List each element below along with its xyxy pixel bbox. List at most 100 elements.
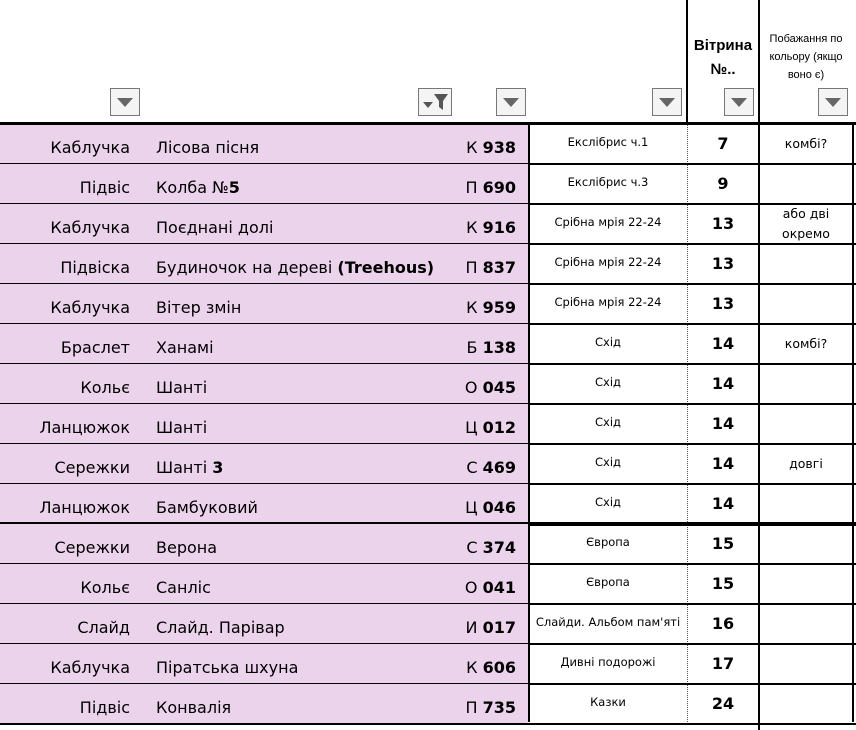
cell-vitryna[interactable]: 7 [688,134,758,153]
table-row[interactable]: Ланцюжок Бамбуковий Ц 046 Схід 14 [0,484,856,524]
cell-name[interactable]: Слайд. Парівар [156,618,285,637]
table-row[interactable]: Підвіс Конвалія П 735 Казки 24 [0,684,856,724]
cell-name[interactable]: Вітер змін [156,298,241,317]
cell-vitryna[interactable]: 13 [688,214,758,233]
cell-collection[interactable]: Екслібрис ч.3 [530,175,686,189]
cell-code[interactable]: П 690 [440,178,516,197]
cell-vitryna[interactable]: 14 [688,414,758,433]
cell-vitryna[interactable]: 17 [688,654,758,673]
cell-name[interactable]: Бамбуковий [156,498,258,517]
cell-collection[interactable]: Схід [530,455,686,469]
cell-collection[interactable]: Схід [530,495,686,509]
cell-type[interactable]: Кольє [0,378,130,397]
cell-type[interactable]: Підвіска [0,258,130,277]
table-row[interactable]: Каблучка Піратська шхуна К 606 Дивні подоро… [0,644,856,684]
cell-type[interactable]: Каблучка [0,658,130,677]
filter-type-button[interactable] [110,88,140,116]
cell-collection[interactable]: Схід [530,375,686,389]
cell-type[interactable]: Слайд [0,618,130,637]
table-row[interactable]: Каблучка Вітер змін К 959 Срібна мрія 22-24… [0,284,856,324]
cell-vitryna[interactable]: 14 [688,494,758,513]
cell-collection[interactable]: Слайди. Альбом пам'яті [530,615,686,629]
cell-wish[interactable]: або дві окремо [760,204,852,244]
cell-type[interactable]: Каблучка [0,138,130,157]
cell-collection[interactable]: Схід [530,335,686,349]
table-row[interactable]: Сережки Верона С 374 Європа 15 [0,524,856,564]
table-row[interactable]: Підвіска Будиночок на дереві (Treehous) П … [0,244,856,284]
filter-collection-button[interactable] [652,88,682,116]
cell-vitryna[interactable]: 14 [688,334,758,353]
cell-code[interactable]: О 045 [440,378,516,397]
cell-name[interactable]: Колба №5 [156,178,240,197]
cell-name[interactable]: Верона [156,538,217,557]
cell-type[interactable]: Підвіс [0,698,130,717]
cell-type[interactable]: Ланцюжок [0,418,130,437]
table-row[interactable]: Слайд Слайд. Парівар И 017 Слайди. Альбом п… [0,604,856,644]
cell-wish[interactable]: довгі [760,454,852,474]
cell-code[interactable]: С 469 [440,458,516,477]
cell-name[interactable]: Поєднані долі [156,218,273,237]
table-row[interactable]: Кольє Шанті О 045 Схід 14 [0,364,856,404]
table-row[interactable]: Ланцюжок Шанті Ц 012 Схід 14 [0,404,856,444]
table-row[interactable]: Браслет Ханамі Б 138 Схід 14 комбі? [0,324,856,364]
cell-type[interactable]: Ланцюжок [0,498,130,517]
filter-wish-button[interactable] [818,88,848,116]
cell-collection[interactable]: Європа [530,575,686,589]
table-row[interactable]: Кольє Санліс О 041 Європа 15 [0,564,856,604]
cell-type[interactable]: Каблучка [0,218,130,237]
cell-name[interactable]: Ханамі [156,338,214,357]
table-row[interactable]: Підвіс Колба №5 П 690 Екслібрис ч.3 9 [0,164,856,204]
cell-name[interactable]: Шанті 3 [156,458,223,477]
cell-code[interactable]: Б 138 [440,338,516,357]
cell-type[interactable]: Сережки [0,458,131,477]
cell-name[interactable]: Конвалія [156,698,231,717]
cell-name[interactable]: Лісова пісня [156,138,259,157]
cell-code[interactable]: Ц 046 [440,498,516,517]
cell-code[interactable]: П 837 [440,258,516,277]
cell-vitryna[interactable]: 15 [688,574,758,593]
cell-wish[interactable]: комбі? [760,334,852,354]
cell-collection[interactable]: Європа [530,535,686,549]
cell-code[interactable]: К 916 [440,218,516,237]
cell-collection[interactable]: Срібна мрія 22-24 [530,215,686,229]
cell-vitryna[interactable]: 13 [688,294,758,313]
cell-type[interactable]: Каблучка [0,298,130,317]
cell-code[interactable]: О 041 [440,578,516,597]
cell-vitryna[interactable]: 9 [688,174,758,193]
cell-vitryna[interactable]: 14 [688,454,758,473]
cell-type[interactable]: Браслет [0,338,130,357]
table-row[interactable]: Каблучка Поєднані долі К 916 Срібна мрія 22… [0,204,856,244]
cell-wish[interactable]: комбі? [760,134,852,154]
cell-code[interactable]: К 606 [440,658,516,677]
cell-code[interactable]: П 735 [440,698,516,717]
cell-type[interactable]: Кольє [0,578,130,597]
cell-collection[interactable]: Срібна мрія 22-24 [530,255,686,269]
filter-code-button[interactable] [496,88,526,116]
cell-code[interactable]: С 374 [440,538,516,557]
filter-name-button[interactable] [418,88,452,116]
cell-collection[interactable]: Схід [530,415,686,429]
cell-type[interactable]: Підвіс [0,178,130,197]
cell-name[interactable]: Санліс [156,578,211,597]
cell-name[interactable]: Шанті [156,378,207,397]
filter-vitryna-button[interactable] [724,88,754,116]
cell-collection[interactable]: Срібна мрія 22-24 [530,295,686,309]
cell-code[interactable]: Ц 012 [440,418,516,437]
cell-vitryna[interactable]: 14 [688,374,758,393]
cell-vitryna[interactable]: 16 [688,614,758,633]
cell-collection[interactable]: Дивні подорожі [530,655,686,669]
cell-vitryna[interactable]: 15 [688,534,758,553]
table-row[interactable]: Сережки Шанті 3 С 469 Схід 14 довгі [0,444,856,484]
cell-type[interactable]: Сережки [0,538,131,557]
cell-name[interactable]: Піратська шхуна [156,658,298,677]
cell-collection[interactable]: Екслібрис ч.1 [530,135,686,149]
table-row[interactable]: Каблучка Лісова пісня К 938 Екслібрис ч.1 7 к… [0,124,856,164]
cell-vitryna[interactable]: 24 [688,694,758,713]
cell-name[interactable]: Будиночок на дереві (Treehous) [156,258,434,277]
cell-code[interactable]: И 017 [440,618,516,637]
cell-collection[interactable]: Казки [530,695,686,709]
cell-vitryna[interactable]: 13 [688,254,758,273]
cell-code[interactable]: К 959 [440,298,516,317]
cell-name[interactable]: Шанті [156,418,207,437]
cell-code[interactable]: К 938 [440,138,516,157]
